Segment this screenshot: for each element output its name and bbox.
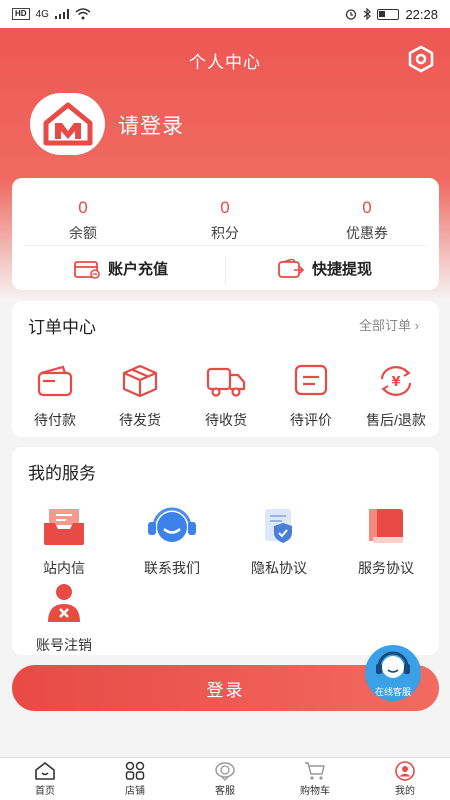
- withdraw-icon: [278, 258, 304, 278]
- service-delete-account-label: 账号注销: [36, 637, 92, 653]
- all-orders-label: 全部订单: [359, 318, 412, 333]
- cart-icon: [305, 762, 325, 780]
- all-orders-link[interactable]: 全部订单 ›: [359, 315, 419, 334]
- profile-icon: [395, 761, 415, 781]
- coupons-value: 0: [362, 198, 372, 217]
- service-icon: [215, 762, 235, 781]
- services-card: 我的服务 站内信 联系我们 隐私协议 服务协议 账号注销: [12, 447, 439, 655]
- service-inbox-label: 站内信: [43, 560, 85, 576]
- order-pending-receipt-label: 待收货: [205, 412, 247, 428]
- order-after-sales[interactable]: ¥ 售后/退款: [356, 363, 436, 430]
- refund-icon: ¥: [380, 366, 412, 396]
- bottom-tab-bar: 首页 店铺 客服 购物车 我的: [0, 757, 450, 800]
- balance-label: 余额: [69, 225, 97, 241]
- service-privacy-policy[interactable]: 隐私协议: [239, 505, 319, 578]
- tab-shop[interactable]: 店铺: [90, 758, 180, 800]
- grid-icon: [125, 761, 145, 780]
- order-pending-payment-label: 待付款: [34, 412, 76, 428]
- tab-home-label: 首页: [35, 786, 55, 797]
- points-value: 0: [220, 198, 230, 217]
- wallet-icon: [37, 365, 73, 397]
- status-bar: HD 4G 22:28: [0, 0, 450, 28]
- online-service-label: 在线客服: [374, 687, 411, 697]
- tab-mine[interactable]: 我的: [360, 758, 450, 800]
- tab-home[interactable]: 首页: [0, 758, 90, 800]
- service-terms-label: 服务协议: [358, 560, 414, 576]
- divider: [225, 256, 226, 284]
- wifi-icon: [75, 8, 91, 20]
- tab-cart-label: 购物车: [300, 786, 330, 797]
- order-pending-shipment[interactable]: 待发货: [100, 363, 180, 430]
- shield-document-icon: [265, 509, 292, 543]
- book-icon: [369, 509, 403, 543]
- order-pending-payment[interactable]: 待付款: [15, 363, 95, 430]
- order-after-sales-label: 售后/退款: [366, 412, 426, 428]
- online-service-button[interactable]: 在线客服: [359, 644, 427, 702]
- tab-service-label: 客服: [215, 786, 235, 797]
- signal-icon: [54, 9, 69, 19]
- order-pending-shipment-label: 待发货: [119, 412, 161, 428]
- order-pending-receipt[interactable]: 待收货: [186, 363, 266, 430]
- settings-button[interactable]: [406, 44, 436, 74]
- order-center-title: 订单中心: [28, 318, 96, 337]
- battery-icon: [377, 8, 400, 20]
- comment-icon: [294, 364, 328, 396]
- avatar[interactable]: [30, 93, 105, 155]
- tab-shop-label: 店铺: [125, 786, 145, 797]
- service-terms[interactable]: 服务协议: [346, 505, 426, 578]
- order-center-card: 订单中心 全部订单 › 待付款 待发货 待收货 待评价 ¥ 售后/退款: [12, 301, 439, 437]
- balance-stat[interactable]: 0 余额: [12, 198, 154, 243]
- app-logo-icon: [43, 102, 92, 146]
- recharge-icon: [74, 260, 100, 279]
- tab-service[interactable]: 客服: [180, 758, 270, 800]
- divider: [24, 245, 427, 246]
- coupons-stat[interactable]: 0 优惠券: [296, 198, 438, 243]
- headset-icon: [148, 507, 196, 542]
- package-icon: [122, 364, 158, 398]
- alarm-icon: [346, 9, 357, 20]
- recharge-label: 账户充值: [108, 261, 169, 278]
- points-stat[interactable]: 0 积分: [154, 198, 296, 243]
- service-delete-account[interactable]: 账号注销: [24, 582, 104, 655]
- withdraw-button[interactable]: 快捷提现: [278, 258, 372, 279]
- chevron-right-icon: ›: [414, 318, 419, 333]
- settings-hexagon-icon: [408, 45, 434, 73]
- order-pending-review-label: 待评价: [290, 412, 332, 428]
- coupons-label: 优惠券: [346, 225, 388, 241]
- order-pending-review[interactable]: 待评价: [271, 363, 351, 430]
- services-title: 我的服务: [28, 464, 96, 483]
- service-privacy-policy-label: 隐私协议: [251, 560, 307, 576]
- svg-text:¥: ¥: [391, 375, 400, 390]
- balance-value: 0: [78, 198, 88, 217]
- truck-icon: [206, 367, 246, 397]
- clock: 22:28: [405, 6, 438, 22]
- network-type: 4G: [35, 8, 49, 20]
- user-remove-icon: [48, 584, 80, 622]
- points-label: 积分: [211, 225, 239, 241]
- tab-mine-label: 我的: [395, 786, 415, 797]
- service-inbox[interactable]: 站内信: [24, 505, 104, 578]
- login-prompt[interactable]: 请登录: [118, 110, 184, 140]
- bluetooth-icon: [364, 8, 372, 20]
- service-contact-us[interactable]: 联系我们: [132, 505, 212, 578]
- account-card: 0 余额 0 积分 0 优惠券 账户充值 快捷提现: [12, 178, 439, 290]
- home-icon: [35, 762, 55, 780]
- service-contact-us-label: 联系我们: [144, 560, 200, 576]
- page-title: 个人中心: [189, 53, 261, 72]
- withdraw-label: 快捷提现: [312, 261, 373, 278]
- hd-indicator: HD: [12, 8, 30, 20]
- recharge-button[interactable]: 账户充值: [74, 258, 168, 279]
- tab-cart[interactable]: 购物车: [270, 758, 360, 800]
- inbox-icon: [44, 509, 84, 545]
